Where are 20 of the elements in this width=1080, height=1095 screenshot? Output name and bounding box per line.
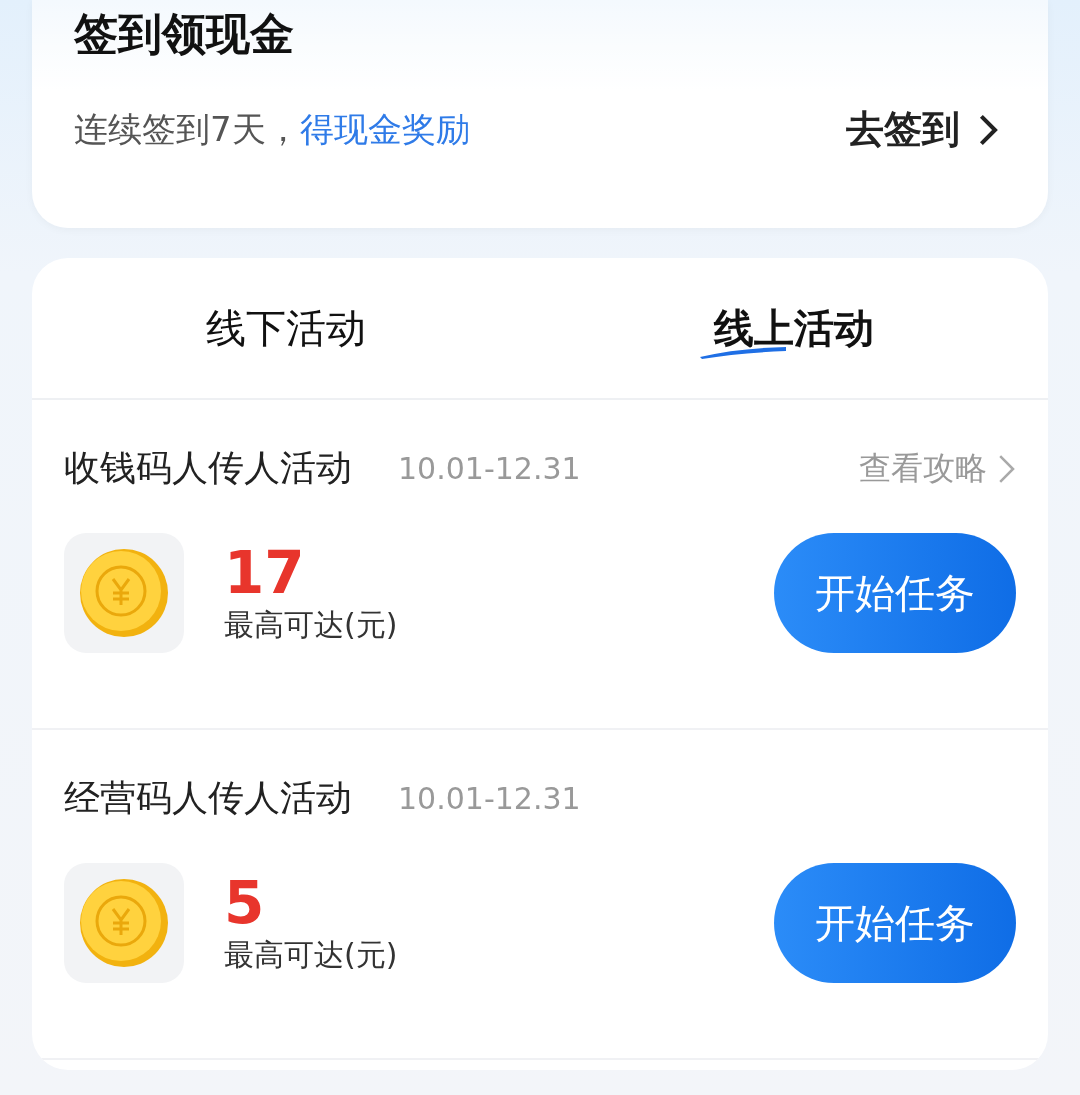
start-task-button[interactable]: 开始任务 [774,863,1016,983]
subtitle: 连续签到7天， [74,108,300,149]
amount-label: 最高可达(元) [224,605,398,644]
amount-label: 最高可达(元) [224,935,398,974]
card-title: 签到领现金 [74,7,295,61]
activity-name: 经营码人传人活动 [64,776,352,820]
checkin-link[interactable]: 去签到 [845,104,998,155]
chevron-right-icon [977,112,998,147]
reward-amount: 5 [224,870,266,935]
coin-icon [78,877,170,969]
activity-dates: 10.01-12.31 [398,451,581,486]
coin-icon [78,547,170,639]
tab[interactable]: 线上活动 [540,258,1048,398]
start-task-button[interactable]: 开始任务 [774,533,1016,653]
guide-link[interactable]: 查看攻略 [858,446,1016,491]
reward-amount: 17 [224,540,306,605]
tab[interactable]: 线下活动 [32,258,540,398]
activity-dates: 10.01-12.31 [398,781,581,816]
activity-name: 收钱码人传人活动 [64,446,352,490]
reward-link[interactable]: 得现金奖励 [299,108,470,149]
